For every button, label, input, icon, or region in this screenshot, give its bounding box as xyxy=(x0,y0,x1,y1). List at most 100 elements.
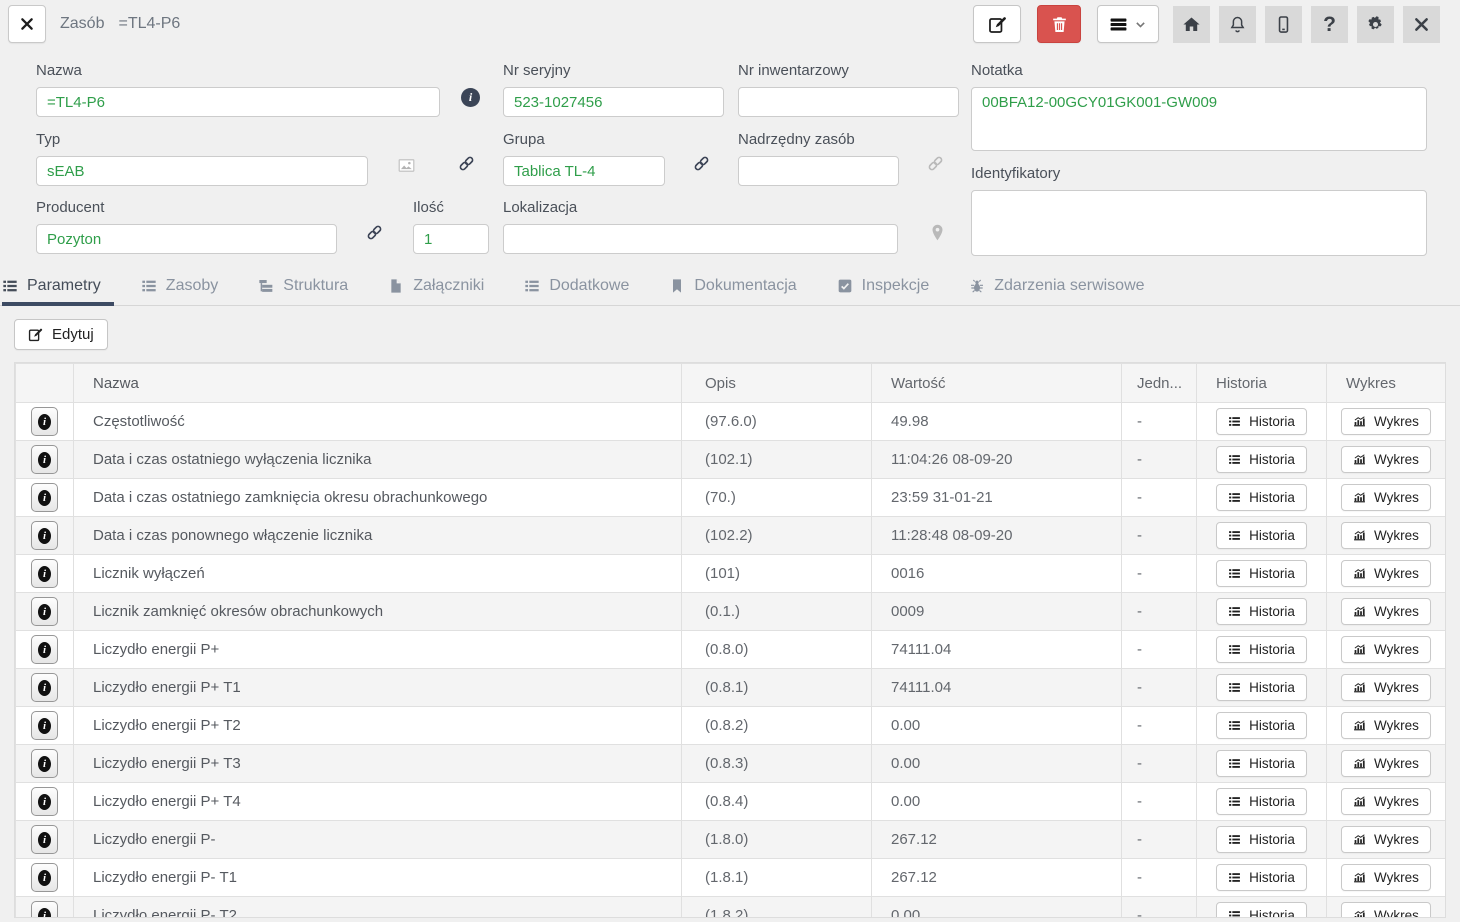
notatka-textarea[interactable]: 00BFA12-00GCY01GK001-GW009 xyxy=(971,87,1427,151)
tab-zdarzenia[interactable]: Zdarzenia serwisowe xyxy=(956,266,1157,305)
field-nr-seryjny: Nr seryjny xyxy=(503,62,724,117)
producent-input[interactable] xyxy=(36,224,337,254)
chart-button[interactable]: Wykres xyxy=(1341,712,1431,739)
chart-button[interactable]: Wykres xyxy=(1341,598,1431,625)
row-info-button[interactable]: i xyxy=(31,597,58,626)
identyfikatory-textarea[interactable] xyxy=(971,190,1427,256)
typ-link-icon[interactable] xyxy=(457,154,476,173)
row-info-button[interactable]: i xyxy=(31,863,58,892)
history-button[interactable]: Historia xyxy=(1216,408,1307,435)
row-info-button[interactable]: i xyxy=(31,749,58,778)
table-header-row: Nazwa Opis Wartość Jedn... Historia Wykr… xyxy=(16,364,1446,403)
tab-zalaczniki[interactable]: Załączniki xyxy=(375,266,497,305)
param-wartosc: 0009 xyxy=(872,593,1122,631)
tab-inspekcje[interactable]: Inspekcje xyxy=(824,266,943,305)
param-nazwa: Data i czas ostatniego zamknięcia okresu… xyxy=(74,479,682,517)
tab-parametry[interactable]: Parametry xyxy=(2,266,114,305)
field-nadrzedny-zasob: Nadrzędny zasób xyxy=(738,131,899,186)
row-info-button[interactable]: i xyxy=(31,825,58,854)
history-button[interactable]: Historia xyxy=(1216,674,1307,701)
info-icon: i xyxy=(38,870,51,886)
row-info-button[interactable]: i xyxy=(31,521,58,550)
grupa-link-icon[interactable] xyxy=(692,154,711,173)
row-info-button[interactable]: i xyxy=(31,673,58,702)
row-info-button[interactable]: i xyxy=(31,445,58,474)
producent-link-icon[interactable] xyxy=(365,223,384,242)
tab-struktura[interactable]: Struktura xyxy=(245,266,361,305)
info-icon[interactable]: i xyxy=(461,88,480,107)
row-info-button[interactable]: i xyxy=(31,483,58,512)
history-button[interactable]: Historia xyxy=(1216,902,1307,918)
param-nazwa: Częstotliwość xyxy=(74,403,682,441)
notifications-button[interactable] xyxy=(1219,6,1256,43)
typ-input[interactable] xyxy=(36,156,368,186)
row-info-button[interactable]: i xyxy=(31,711,58,740)
row-info-button[interactable]: i xyxy=(31,407,58,436)
chart-button[interactable]: Wykres xyxy=(1341,408,1431,435)
param-opis: (0.8.4) xyxy=(682,783,872,821)
history-button[interactable]: Historia xyxy=(1216,560,1307,587)
nazwa-input[interactable] xyxy=(36,87,440,117)
chart-button[interactable]: Wykres xyxy=(1341,750,1431,777)
chart-button[interactable]: Wykres xyxy=(1341,902,1431,918)
history-button[interactable]: Historia xyxy=(1216,636,1307,663)
nadrzedny-zasob-input[interactable] xyxy=(738,156,899,186)
chart-button[interactable]: Wykres xyxy=(1341,446,1431,473)
row-info-button[interactable]: i xyxy=(31,635,58,664)
close-icon xyxy=(1412,15,1431,34)
image-icon[interactable] xyxy=(397,156,416,175)
menu-button[interactable] xyxy=(1097,5,1159,43)
tab-dokumentacja[interactable]: Dokumentacja xyxy=(656,266,809,305)
history-button[interactable]: Historia xyxy=(1216,712,1307,739)
param-nazwa: Liczydło energii P+ T3 xyxy=(74,745,682,783)
home-button[interactable] xyxy=(1173,6,1210,43)
nr-seryjny-input[interactable] xyxy=(503,87,724,117)
settings-button[interactable] xyxy=(1357,6,1394,43)
location-pin-icon[interactable] xyxy=(928,223,947,242)
history-button[interactable]: Historia xyxy=(1216,446,1307,473)
chart-button[interactable]: Wykres xyxy=(1341,522,1431,549)
list-icon xyxy=(1228,871,1241,884)
chart-button[interactable]: Wykres xyxy=(1341,826,1431,853)
history-button[interactable]: Historia xyxy=(1216,598,1307,625)
param-wartosc: 0.00 xyxy=(872,897,1122,919)
history-button[interactable]: Historia xyxy=(1216,522,1307,549)
grupa-input[interactable] xyxy=(503,156,665,186)
chart-button[interactable]: Wykres xyxy=(1341,788,1431,815)
chart-button[interactable]: Wykres xyxy=(1341,674,1431,701)
list-icon xyxy=(1228,529,1241,542)
edit-button[interactable] xyxy=(973,5,1021,43)
close-record-button[interactable] xyxy=(8,5,46,43)
chart-button[interactable]: Wykres xyxy=(1341,636,1431,663)
delete-button[interactable] xyxy=(1037,5,1081,43)
field-nazwa: Nazwa xyxy=(36,62,440,117)
row-info-button[interactable]: i xyxy=(31,787,58,816)
mobile-button[interactable] xyxy=(1265,6,1302,43)
tab-dodatkowe[interactable]: Dodatkowe xyxy=(511,266,642,305)
close-app-button[interactable] xyxy=(1403,6,1440,43)
nr-inwentarzowy-input[interactable] xyxy=(738,87,959,117)
help-button[interactable]: ? xyxy=(1311,6,1348,43)
tab-zasoby[interactable]: Zasoby xyxy=(128,266,231,305)
history-button[interactable]: Historia xyxy=(1216,826,1307,853)
row-info-button[interactable]: i xyxy=(31,559,58,588)
history-button[interactable]: Historia xyxy=(1216,484,1307,511)
ilosc-input[interactable] xyxy=(413,224,489,254)
field-label: Nr inwentarzowy xyxy=(738,62,959,79)
history-button[interactable]: Historia xyxy=(1216,788,1307,815)
param-opis: (70.) xyxy=(682,479,872,517)
history-button[interactable]: Historia xyxy=(1216,750,1307,777)
help-icon: ? xyxy=(1323,14,1336,35)
field-grupa: Grupa xyxy=(503,131,665,186)
lokalizacja-input[interactable] xyxy=(503,224,898,254)
nadrzedny-link-icon[interactable] xyxy=(926,154,945,173)
history-button[interactable]: Historia xyxy=(1216,864,1307,891)
list-icon xyxy=(1228,567,1241,580)
toolbar: ? xyxy=(973,5,1440,43)
chart-button[interactable]: Wykres xyxy=(1341,864,1431,891)
row-info-button[interactable]: i xyxy=(31,901,58,918)
chart-icon xyxy=(1353,415,1366,428)
chart-button[interactable]: Wykres xyxy=(1341,560,1431,587)
chart-button[interactable]: Wykres xyxy=(1341,484,1431,511)
edit-parameters-button[interactable]: Edytuj xyxy=(14,319,108,350)
